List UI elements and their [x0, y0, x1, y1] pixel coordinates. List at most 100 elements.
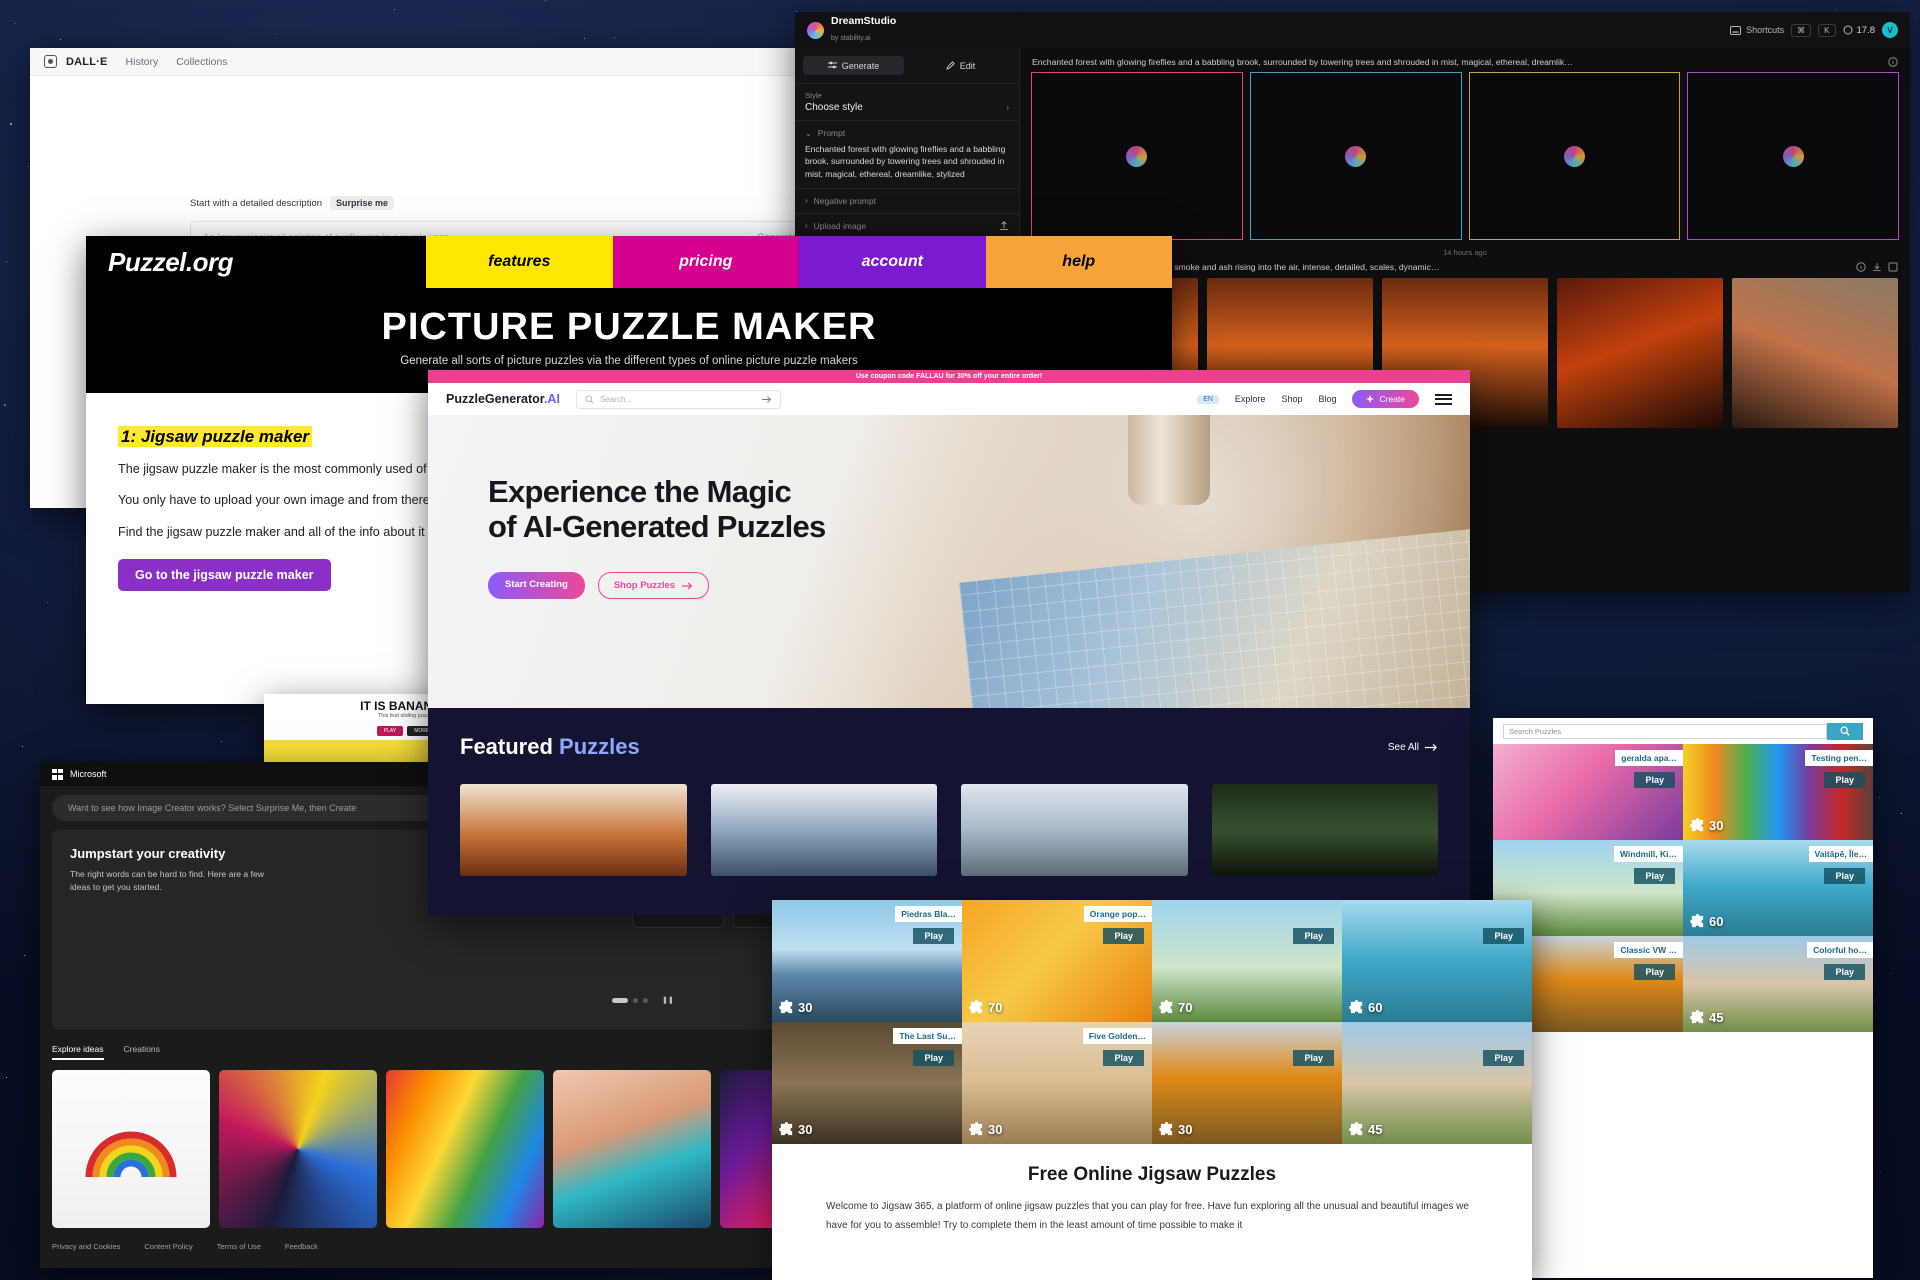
see-all-button[interactable]: See All — [1388, 742, 1438, 753]
puzzle-tile[interactable]: Testing pen… Play 30 — [1683, 744, 1873, 840]
featured-card[interactable] — [460, 784, 687, 876]
footer-terms[interactable]: Terms of Use — [217, 1242, 261, 1251]
featured-card[interactable] — [1211, 784, 1438, 876]
user-avatar[interactable]: V — [1882, 22, 1898, 38]
kbd-cmd[interactable]: ⌘ — [1791, 23, 1812, 37]
footer-feedback[interactable]: Feedback — [285, 1242, 318, 1251]
play-button[interactable]: Play — [913, 1050, 954, 1066]
star — [24, 955, 26, 957]
tab-edit[interactable]: Edit — [910, 56, 1011, 75]
carousel-dot[interactable] — [633, 997, 638, 1003]
play-button[interactable]: Play — [1634, 772, 1675, 788]
star — [59, 38, 61, 40]
puzzle-tile[interactable]: Five Golden… Play 30 — [962, 1022, 1152, 1144]
play-button[interactable]: Play — [1293, 928, 1334, 944]
pgen-logo-accent: .AI — [543, 392, 560, 406]
upload-icon[interactable] — [999, 221, 1009, 231]
play-button[interactable]: Play — [1103, 928, 1144, 944]
info-icon[interactable] — [1888, 57, 1898, 67]
tab-creations[interactable]: Creations — [124, 1044, 160, 1060]
puzzle-tile[interactable]: geralda apa… Play — [1493, 744, 1683, 840]
puzzle-tile[interactable]: Vaitāpē, Île… Play 60 — [1683, 840, 1873, 936]
style-value-row[interactable]: Choose style › — [805, 102, 1009, 113]
style-section[interactable]: Style Choose style › — [795, 83, 1019, 120]
puzzle-tile[interactable]: Play 60 — [1342, 900, 1532, 1022]
pgen-locale-badge[interactable]: EN — [1197, 394, 1219, 404]
footer-content-policy[interactable]: Content Policy — [144, 1242, 192, 1251]
info-icon-2[interactable] — [1856, 262, 1866, 272]
play-button[interactable]: Play — [1483, 928, 1524, 944]
result-tile[interactable] — [1468, 72, 1681, 240]
dalle-nav-history[interactable]: History — [126, 56, 159, 68]
pgen-nav-shop[interactable]: Shop — [1281, 394, 1302, 404]
surprise-me-button[interactable]: Surprise me — [330, 196, 395, 210]
play-button[interactable]: Play — [1103, 1050, 1144, 1066]
start-creating-button[interactable]: Start Creating — [488, 572, 585, 600]
shortcuts-button[interactable]: Shortcuts — [1730, 25, 1784, 35]
chevron-down-icon[interactable]: ⌄ — [805, 129, 812, 138]
star — [3, 404, 6, 407]
tab-generate[interactable]: Generate — [803, 56, 904, 75]
puzzle-tile[interactable]: Piedras Bla… Play 30 — [772, 900, 962, 1022]
result-tile[interactable] — [1031, 72, 1243, 240]
pgen-search-input[interactable]: Search… — [575, 389, 781, 409]
play-button[interactable]: Play — [1824, 868, 1865, 884]
jigsaw365-right-window[interactable]: Search Puzzles geralda apa… Play Testing… — [1493, 718, 1873, 1278]
result-tile[interactable] — [1249, 72, 1462, 240]
jigsaw-search-button[interactable] — [1827, 722, 1863, 740]
carousel-dots[interactable]: ❚❚ — [612, 996, 674, 1004]
dalle-nav-collections[interactable]: Collections — [176, 56, 227, 68]
kbd-k[interactable]: K — [1818, 23, 1836, 37]
bing-idea-image[interactable] — [219, 1070, 377, 1228]
download-icon[interactable] — [1872, 262, 1882, 272]
puzzle-tile[interactable]: Play 30 — [1152, 1022, 1342, 1144]
play-button[interactable]: Play — [1483, 1050, 1524, 1066]
negative-prompt-section[interactable]: › Negative prompt — [795, 187, 1019, 213]
puzzel-logo[interactable]: Puzzel.org — [86, 236, 426, 288]
play-button[interactable]: Play — [1634, 868, 1675, 884]
featured-card[interactable] — [961, 784, 1188, 876]
shop-puzzles-button[interactable]: Shop Puzzles — [597, 572, 710, 600]
play-button[interactable]: Play — [913, 928, 954, 944]
banana-btn-1[interactable]: PLAY — [376, 726, 404, 736]
featured-card[interactable] — [710, 784, 937, 876]
result-tile[interactable] — [1687, 72, 1899, 240]
bing-idea-image[interactable] — [386, 1070, 544, 1228]
jigsaw365-bottom-window[interactable]: Piedras Bla… Play 30 Orange pop… Play 70… — [772, 900, 1532, 1280]
puzzle-tile[interactable]: Colorful ho… Play 45 — [1683, 936, 1873, 1032]
bing-idea-image[interactable] — [52, 1070, 210, 1228]
bing-idea-image[interactable] — [553, 1070, 711, 1228]
puzzel-nav-account[interactable]: account — [799, 236, 986, 288]
pgen-nav-blog[interactable]: Blog — [1318, 394, 1336, 404]
arrow-right-icon[interactable] — [761, 395, 772, 404]
play-button[interactable]: Play — [1634, 964, 1675, 980]
credits-indicator[interactable]: 17.8 — [1843, 25, 1875, 36]
puzzle-tile[interactable]: Play 70 — [1152, 900, 1342, 1022]
footer-privacy[interactable]: Privacy and Cookies — [52, 1242, 120, 1251]
result-image[interactable] — [1557, 278, 1723, 428]
puzzle-tile[interactable]: Orange pop… Play 70 — [962, 900, 1152, 1022]
jigsaw-search-input[interactable]: Search Puzzles — [1503, 723, 1827, 739]
carousel-pause-icon[interactable]: ❚❚ — [662, 996, 674, 1004]
prompt-text[interactable]: Enchanted forest with glowing fireflies … — [795, 140, 1019, 188]
play-button[interactable]: Play — [1824, 964, 1865, 980]
puzzlegenerator-window[interactable]: Use coupon code FALLAU for 30% off your … — [428, 370, 1470, 915]
puzzel-nav-help[interactable]: help — [985, 236, 1172, 288]
hamburger-menu-icon[interactable] — [1435, 393, 1452, 405]
pgen-nav-explore[interactable]: Explore — [1235, 394, 1266, 404]
carousel-dot[interactable] — [643, 997, 648, 1003]
upload-image-section[interactable]: › Upload image — [795, 212, 1019, 238]
carousel-dot-active[interactable] — [612, 997, 628, 1003]
puzzle-tile[interactable]: The Last Su… Play 30 — [772, 1022, 962, 1144]
puzzel-nav-pricing[interactable]: pricing — [612, 236, 799, 288]
save-icon[interactable] — [1888, 262, 1898, 272]
tab-explore-ideas[interactable]: Explore ideas — [52, 1044, 104, 1060]
pgen-create-button[interactable]: Create — [1352, 390, 1419, 408]
puzzel-cta-button[interactable]: Go to the jigsaw puzzle maker — [118, 558, 331, 591]
play-button[interactable]: Play — [1293, 1050, 1334, 1066]
puzzle-tile[interactable]: Play 45 — [1342, 1022, 1532, 1144]
puzzel-nav-features[interactable]: features — [426, 236, 613, 288]
pgen-logo[interactable]: PuzzleGenerator.AI — [446, 392, 560, 406]
play-button[interactable]: Play — [1824, 772, 1865, 788]
result-image[interactable] — [1732, 278, 1898, 428]
